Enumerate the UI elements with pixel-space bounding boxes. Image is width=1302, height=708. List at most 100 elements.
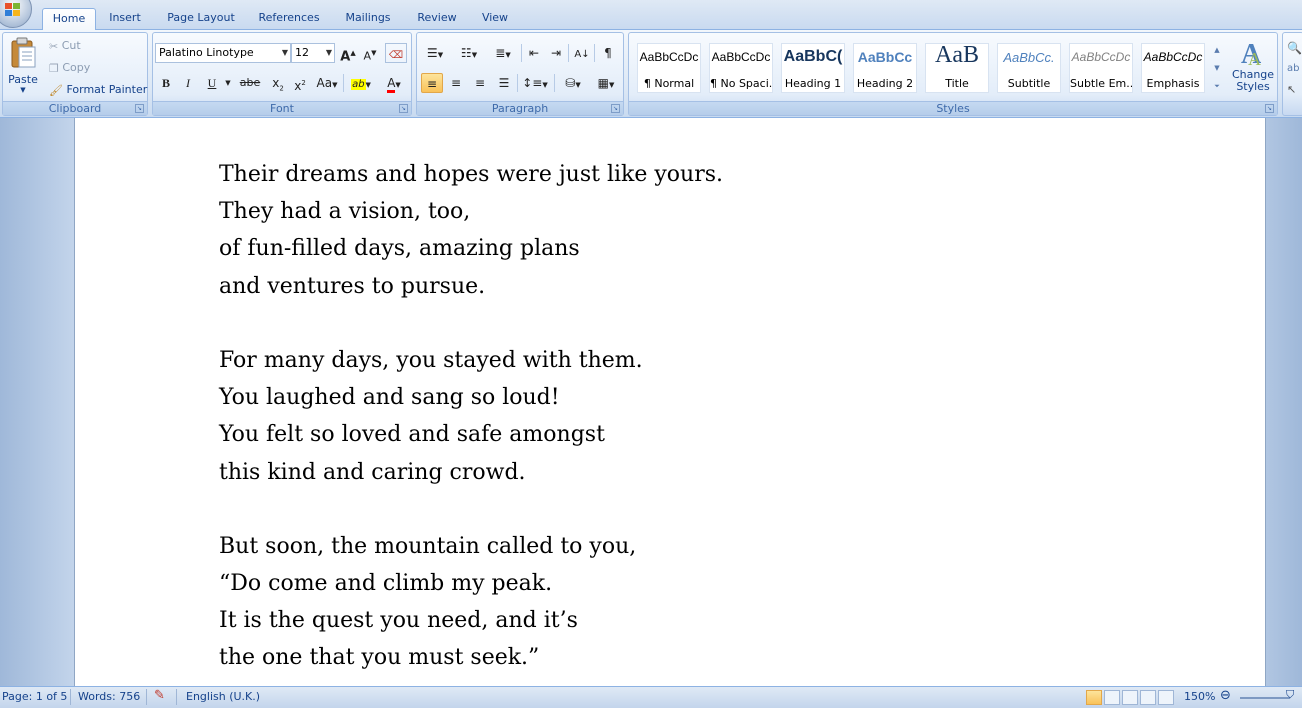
document-body[interactable]: Their dreams and hopes were just like yo… [219, 156, 723, 677]
shading-button[interactable]: ⛁▼ [557, 73, 589, 93]
decrease-indent-icon: ⇤ [528, 46, 540, 60]
font-group: Palatino Linotype ▼ 12 ▼ A▲ A▼ ⌫ B I U ▼… [152, 32, 412, 116]
text-highlight-button[interactable]: ab▼ [345, 73, 377, 93]
style-name: Emphasis [1146, 77, 1200, 90]
zoom-slider-track[interactable] [1240, 697, 1290, 699]
shrink-font-label: A [363, 49, 372, 63]
clipboard-dialog-launcher-icon[interactable]: ↘ [135, 104, 144, 113]
align-center-button[interactable]: ≡ [445, 73, 467, 93]
select-cursor-icon[interactable]: ↖ [1287, 83, 1296, 96]
tab-references[interactable]: References [252, 8, 326, 30]
decrease-indent-button[interactable]: ⇤ [523, 43, 545, 63]
borders-button[interactable]: ▦▼ [591, 73, 621, 93]
justify-button[interactable]: ☰ [493, 73, 515, 93]
toolbar-separator [517, 74, 518, 92]
align-right-button[interactable]: ≡ [469, 73, 491, 93]
copy-icon: ❐ [49, 61, 59, 75]
language-indicator[interactable]: English (U.K.) [186, 690, 260, 703]
change-styles-button[interactable]: A A Change Styles [1229, 37, 1277, 93]
clipboard-group-label: Clipboard [3, 101, 147, 115]
align-left-button[interactable]: ≡ [421, 73, 443, 93]
style-subtle-emphasis[interactable]: AaBbCcDc Subtle Em... [1069, 43, 1133, 93]
shrink-font-button[interactable]: A▼ [359, 43, 381, 63]
align-right-icon: ≡ [474, 76, 486, 90]
style-emphasis[interactable]: AaBbCcDc Emphasis [1141, 43, 1205, 93]
style-heading-1[interactable]: AaBbC( Heading 1 [781, 43, 845, 93]
paste-dropdown-icon: ▼ [20, 86, 26, 94]
print-layout-view-icon[interactable] [1086, 690, 1102, 705]
chevron-down-icon: ▼ [437, 51, 444, 59]
text-line: Their dreams and hopes were just like yo… [219, 162, 724, 187]
change-case-button[interactable]: Aa▼ [313, 73, 341, 93]
font-color-button[interactable]: A▼ [379, 73, 409, 93]
style-name: Heading 1 [784, 77, 842, 90]
zoom-slider-thumb[interactable]: ⛉ [1286, 688, 1294, 702]
style-title[interactable]: AaB Title [925, 42, 989, 93]
word-count[interactable]: Words: 756 [78, 690, 140, 703]
status-separator [176, 689, 177, 705]
styles-gallery-scroller[interactable]: ▲ ▼ ⏷ [1211, 41, 1223, 97]
find-icon[interactable]: 🔍 [1287, 41, 1302, 55]
font-dialog-launcher-icon[interactable]: ↘ [399, 104, 408, 113]
draft-view-icon[interactable] [1158, 690, 1174, 705]
page-count[interactable]: Page: 1 of 5 [2, 690, 67, 703]
paragraph-dialog-launcher-icon[interactable]: ↘ [611, 104, 620, 113]
subscript-button[interactable]: x2 [267, 73, 289, 93]
style-subtitle[interactable]: AaBbCc. Subtitle [997, 43, 1061, 93]
tab-view[interactable]: View [474, 8, 516, 30]
sort-button[interactable]: A↓ [571, 43, 593, 63]
style-heading-2[interactable]: AaBbCc Heading 2 [853, 43, 917, 93]
font-size-combo[interactable]: 12 ▼ [291, 43, 335, 63]
text-line: “Do come and climb my peak. [219, 571, 553, 597]
style-name: Heading 2 [856, 77, 914, 90]
zoom-out-icon[interactable]: ⊖ [1220, 688, 1231, 703]
show-hide-button[interactable]: ¶ [597, 43, 619, 63]
zoom-level[interactable]: 150% [1184, 690, 1215, 703]
font-family-combo[interactable]: Palatino Linotype ▼ [155, 43, 291, 63]
full-screen-reading-view-icon[interactable] [1104, 690, 1120, 705]
chevron-down-icon[interactable]: ▼ [1211, 59, 1223, 77]
tab-review[interactable]: Review [410, 8, 464, 30]
strikethrough-button[interactable]: abe [237, 73, 263, 93]
superscript-button[interactable]: x2 [289, 73, 311, 93]
tab-mailings[interactable]: Mailings [336, 8, 400, 30]
clear-formatting-button[interactable]: ⌫ [385, 43, 407, 63]
line-spacing-button[interactable]: ↕≡▼ [519, 73, 551, 93]
paste-button[interactable]: Paste ▼ [5, 35, 41, 99]
font-group-label: Font [153, 101, 411, 115]
chevron-down-icon: ▼ [281, 48, 288, 57]
chevron-down-icon[interactable]: ▼ [223, 73, 233, 93]
bold-button[interactable]: B [155, 73, 177, 93]
office-button[interactable] [0, 0, 32, 28]
chevron-up-icon[interactable]: ▲ [1211, 41, 1223, 59]
highlight-label: ab [351, 79, 366, 90]
multilevel-list-button[interactable]: ≣▼ [487, 43, 519, 63]
styles-dialog-launcher-icon[interactable]: ↘ [1265, 104, 1274, 113]
cut-button[interactable]: ✂ Cut [49, 39, 81, 53]
replace-icon[interactable]: ab [1287, 63, 1299, 74]
proofing-icon[interactable]: ✎ [154, 688, 165, 703]
numbering-button[interactable]: ☷▼ [453, 43, 485, 63]
gallery-more-icon[interactable]: ⏷ [1211, 77, 1223, 95]
change-case-label: Aa [316, 76, 333, 90]
style-normal[interactable]: AaBbCcDc ¶ Normal [637, 43, 701, 93]
tab-page-layout[interactable]: Page Layout [160, 8, 242, 30]
web-layout-view-icon[interactable] [1122, 690, 1138, 705]
toolbar-separator [554, 74, 555, 92]
tab-insert[interactable]: Insert [100, 8, 150, 30]
chevron-down-icon: ▼ [395, 81, 401, 89]
line-spacing-icon: ↕≡ [522, 76, 543, 90]
underline-button[interactable]: U [201, 73, 223, 93]
style-no-spacing[interactable]: AaBbCcDc ¶ No Spaci... [709, 43, 773, 93]
outline-view-icon[interactable] [1140, 690, 1156, 705]
grow-font-button[interactable]: A▲ [337, 43, 359, 64]
bullets-button[interactable]: ☰▼ [419, 43, 451, 63]
format-painter-button[interactable]: 🖌 Format Painter [49, 83, 147, 97]
copy-button[interactable]: ❐ Copy [49, 61, 90, 75]
increase-indent-button[interactable]: ⇥ [545, 43, 567, 63]
document-page[interactable]: Their dreams and hopes were just like yo… [74, 118, 1266, 686]
tab-home[interactable]: Home [42, 8, 96, 30]
italic-button[interactable]: I [177, 73, 199, 93]
